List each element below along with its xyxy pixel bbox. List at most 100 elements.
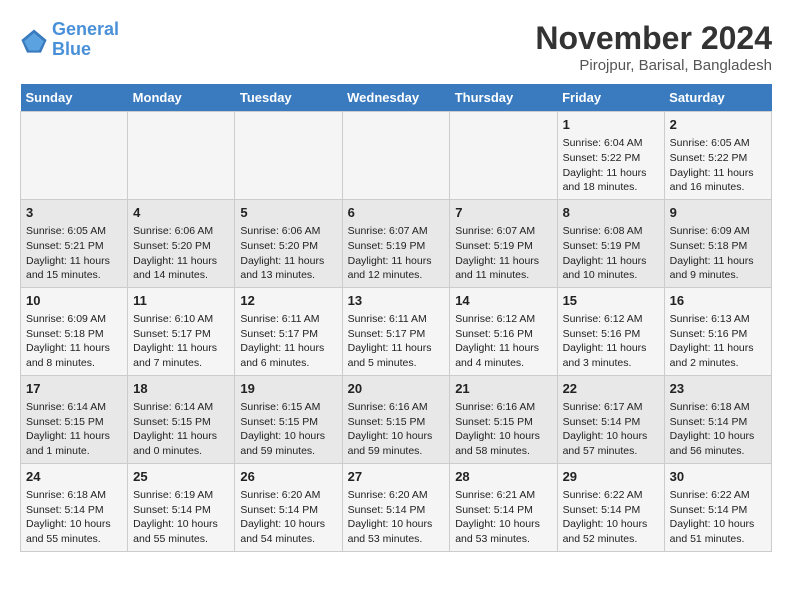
calendar-cell: 12Sunrise: 6:11 AMSunset: 5:17 PMDayligh…: [235, 287, 342, 375]
day-number: 18: [133, 380, 229, 398]
day-info: Sunset: 5:22 PM: [670, 151, 766, 166]
day-number: 7: [455, 204, 551, 222]
day-info: Sunrise: 6:09 AM: [670, 224, 766, 239]
day-info: Sunrise: 6:05 AM: [26, 224, 122, 239]
day-info: Daylight: 11 hours and 9 minutes.: [670, 254, 766, 283]
day-info: Sunset: 5:15 PM: [348, 415, 445, 430]
day-number: 12: [240, 292, 336, 310]
day-header-saturday: Saturday: [664, 84, 771, 112]
day-number: 1: [563, 116, 659, 134]
calendar-week-row: 1Sunrise: 6:04 AMSunset: 5:22 PMDaylight…: [21, 112, 772, 200]
calendar-cell: 27 Sunrise: 6:20 AMSunset: 5:14 PMDayligh…: [342, 463, 450, 551]
day-info: Daylight: 10 hours and 58 minutes.: [455, 429, 551, 458]
day-info: Sunrise: 6:22 AM: [670, 488, 766, 503]
day-info: Daylight: 10 hours and 59 minutes.: [240, 429, 336, 458]
day-number: 23: [670, 380, 766, 398]
day-info: Daylight: 11 hours and 16 minutes.: [670, 166, 766, 195]
calendar-week-row: 3Sunrise: 6:05 AMSunset: 5:21 PMDaylight…: [21, 199, 772, 287]
day-info: Sunrise: 6:12 AM: [455, 312, 551, 327]
day-info: Sunrise: 6:20 AM: [240, 488, 336, 503]
day-info: Sunrise: 6:07 AM: [455, 224, 551, 239]
day-number: 19: [240, 380, 336, 398]
day-info: Sunset: 5:21 PM: [26, 239, 122, 254]
day-info: Sunset: 5:18 PM: [670, 239, 766, 254]
day-info: Sunset: 5:18 PM: [26, 327, 122, 342]
day-info: Sunrise: 6:17 AM: [563, 400, 659, 415]
day-info: Daylight: 10 hours and 55 minutes.: [26, 517, 122, 546]
day-info: Daylight: 10 hours and 53 minutes.: [348, 517, 445, 546]
day-info: Sunset: 5:22 PM: [563, 151, 659, 166]
day-info: Sunset: 5:14 PM: [133, 503, 229, 518]
day-number: 24: [26, 468, 122, 486]
logo-icon: [20, 26, 48, 54]
day-number: 2: [670, 116, 766, 134]
calendar-cell: 13Sunrise: 6:11 AMSunset: 5:17 PMDayligh…: [342, 287, 450, 375]
day-info: Sunrise: 6:18 AM: [26, 488, 122, 503]
day-info: Sunrise: 6:20 AM: [348, 488, 445, 503]
day-info: Daylight: 10 hours and 53 minutes.: [455, 517, 551, 546]
calendar-cell: 28Sunrise: 6:21 AMSunset: 5:14 PMDayligh…: [450, 463, 557, 551]
day-info: Daylight: 10 hours and 52 minutes.: [563, 517, 659, 546]
calendar-cell: [128, 112, 235, 200]
day-info: Sunset: 5:19 PM: [455, 239, 551, 254]
calendar-cell: 8 Sunrise: 6:08 AMSunset: 5:19 PMDaylight…: [557, 199, 664, 287]
day-info: Daylight: 11 hours and 2 minutes.: [670, 341, 766, 370]
calendar-cell: 2Sunrise: 6:05 AMSunset: 5:22 PMDaylight…: [664, 112, 771, 200]
day-number: 8: [563, 204, 659, 222]
day-info: Daylight: 11 hours and 12 minutes.: [348, 254, 445, 283]
day-info: Sunrise: 6:07 AM: [348, 224, 445, 239]
location: Pirojpur, Barisal, Bangladesh: [535, 57, 772, 74]
calendar-cell: 7Sunrise: 6:07 AMSunset: 5:19 PMDaylight…: [450, 199, 557, 287]
day-info: Sunset: 5:15 PM: [26, 415, 122, 430]
calendar-cell: [235, 112, 342, 200]
day-number: 20: [348, 380, 445, 398]
day-info: Daylight: 11 hours and 1 minute.: [26, 429, 122, 458]
day-info: Sunrise: 6:04 AM: [563, 136, 659, 151]
calendar-cell: 3Sunrise: 6:05 AMSunset: 5:21 PMDaylight…: [21, 199, 128, 287]
day-info: Sunset: 5:17 PM: [240, 327, 336, 342]
calendar-table: SundayMondayTuesdayWednesdayThursdayFrid…: [20, 84, 772, 552]
day-info: Sunrise: 6:18 AM: [670, 400, 766, 415]
day-info: Sunset: 5:16 PM: [563, 327, 659, 342]
logo-line1: General: [52, 19, 119, 39]
day-number: 26: [240, 468, 336, 486]
day-info: Sunrise: 6:16 AM: [348, 400, 445, 415]
logo-text: General Blue: [52, 20, 119, 60]
day-info: Daylight: 11 hours and 13 minutes.: [240, 254, 336, 283]
calendar-cell: 22Sunrise: 6:17 AMSunset: 5:14 PMDayligh…: [557, 375, 664, 463]
day-info: Sunrise: 6:19 AM: [133, 488, 229, 503]
day-number: 27: [348, 468, 445, 486]
calendar-cell: 30Sunrise: 6:22 AMSunset: 5:14 PMDayligh…: [664, 463, 771, 551]
day-info: Sunset: 5:17 PM: [348, 327, 445, 342]
calendar-week-row: 24Sunrise: 6:18 AMSunset: 5:14 PMDayligh…: [21, 463, 772, 551]
day-number: 6: [348, 204, 445, 222]
day-number: 16: [670, 292, 766, 310]
day-number: 22: [563, 380, 659, 398]
day-info: Sunrise: 6:14 AM: [133, 400, 229, 415]
calendar-cell: 20 Sunrise: 6:16 AMSunset: 5:15 PMDayligh…: [342, 375, 450, 463]
day-header-sunday: Sunday: [21, 84, 128, 112]
day-info: Sunset: 5:14 PM: [563, 503, 659, 518]
day-number: 4: [133, 204, 229, 222]
day-number: 17: [26, 380, 122, 398]
calendar-cell: [450, 112, 557, 200]
calendar-cell: 1Sunrise: 6:04 AMSunset: 5:22 PMDaylight…: [557, 112, 664, 200]
day-info: Sunrise: 6:08 AM: [563, 224, 659, 239]
day-info: Sunset: 5:14 PM: [348, 503, 445, 518]
calendar-cell: 16Sunrise: 6:13 AMSunset: 5:16 PMDayligh…: [664, 287, 771, 375]
day-info: Daylight: 11 hours and 10 minutes.: [563, 254, 659, 283]
day-info: Sunrise: 6:06 AM: [240, 224, 336, 239]
day-info: Daylight: 10 hours and 51 minutes.: [670, 517, 766, 546]
day-info: Daylight: 10 hours and 59 minutes.: [348, 429, 445, 458]
day-info: Sunset: 5:19 PM: [563, 239, 659, 254]
day-info: Daylight: 11 hours and 0 minutes.: [133, 429, 229, 458]
calendar-cell: 6Sunrise: 6:07 AMSunset: 5:19 PMDaylight…: [342, 199, 450, 287]
calendar-cell: 9Sunrise: 6:09 AMSunset: 5:18 PMDaylight…: [664, 199, 771, 287]
calendar-cell: 5Sunrise: 6:06 AMSunset: 5:20 PMDaylight…: [235, 199, 342, 287]
day-number: 11: [133, 292, 229, 310]
day-info: Daylight: 11 hours and 6 minutes.: [240, 341, 336, 370]
day-info: Daylight: 11 hours and 7 minutes.: [133, 341, 229, 370]
day-info: Sunset: 5:14 PM: [26, 503, 122, 518]
calendar-cell: 26Sunrise: 6:20 AMSunset: 5:14 PMDayligh…: [235, 463, 342, 551]
day-info: Sunset: 5:14 PM: [670, 415, 766, 430]
